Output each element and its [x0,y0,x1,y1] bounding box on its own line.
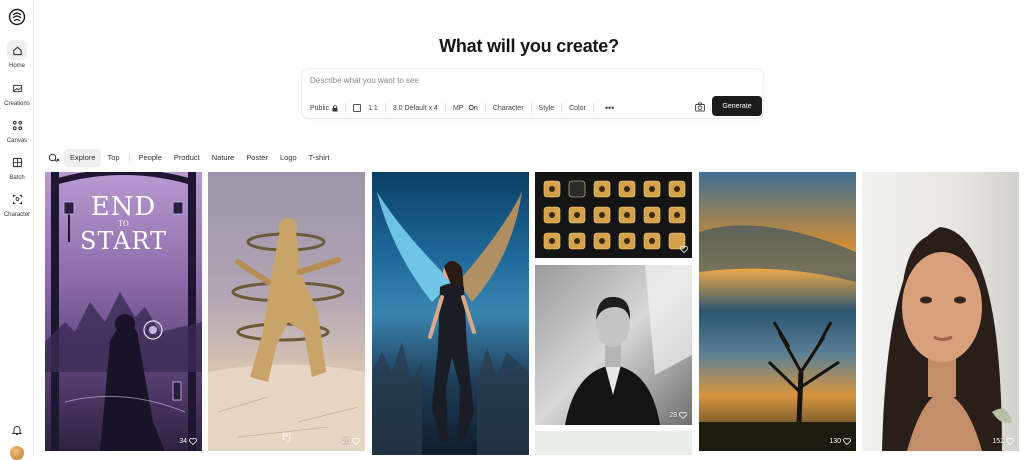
like-count: 152 [992,438,1004,445]
like-count: 34 [179,438,187,445]
prompt-box: Public 1:1 3.0 Default x 4 MP On Charact… [301,68,764,119]
tab-top[interactable]: Top [101,149,125,167]
like-count: 130 [829,438,841,445]
mp-toggle[interactable]: MP On [453,105,478,112]
angel-artwork [372,192,529,455]
sidebar-item-character[interactable]: Character [0,189,34,218]
visibility-label: Public [310,104,330,112]
signature-mark: PJ [282,433,292,443]
style-label: Style [538,104,555,112]
divider [128,153,130,163]
sidebar-item-label: Character [3,212,31,218]
gallery-card-statue[interactable]: PJ 26 [208,172,365,451]
gallery-card-partial[interactable] [535,431,692,455]
sidebar-item-label: Creations [4,101,30,107]
sidebar-item-canvas[interactable]: Canvas [0,115,34,144]
icons-artwork [543,180,686,250]
sidebar-item-label: Home [8,63,25,69]
page-title: What will you create? [439,36,619,56]
sidebar-item-batch[interactable]: Batch [0,152,34,181]
poster-title: END TO START [45,194,202,253]
category-tabs: Explore Top People Product Nature Poster… [46,149,335,167]
like-counter[interactable]: 26 [342,438,360,445]
color-label: Color [569,104,586,112]
divider [592,103,594,113]
tab-logo[interactable]: Logo [274,149,303,167]
character-icon [7,189,27,209]
model-selector[interactable]: 3.0 Default x 4 [393,105,438,112]
sidebar-item-label: Canvas [6,138,28,144]
divider [530,103,532,113]
mp-label: MP [452,104,464,112]
gallery-card-portrait-woman[interactable]: 152 [862,172,1019,451]
like-counter[interactable]: 152 [992,438,1014,445]
generate-button[interactable]: Generate [712,96,762,116]
statue-artwork [208,218,365,451]
character-selector[interactable]: Character [493,105,524,112]
divider [345,103,347,113]
canvas-icon [7,115,27,135]
images-icon [7,78,27,98]
character-label: Character [492,104,524,112]
image-upload-icon[interactable] [694,101,706,113]
style-selector[interactable]: Style [539,105,555,112]
like-count: 26 [342,438,350,445]
tab-product[interactable]: Product [168,149,206,167]
like-counter[interactable]: 34 [179,438,197,445]
tab-nature[interactable]: Nature [206,149,241,167]
aspect-square-icon [353,104,362,112]
avatar[interactable] [10,446,24,460]
heart-icon [679,412,687,419]
divider [484,103,486,113]
gallery-card-portrait-man[interactable]: 28 [535,265,692,425]
visibility-toggle[interactable]: Public [310,105,338,112]
tab-poster[interactable]: Poster [240,149,274,167]
divider [444,103,446,113]
mp-value: On [468,104,478,112]
more-options-button[interactable]: ••• [605,103,614,113]
poster-title-top: END [90,192,157,222]
heart-icon [680,246,688,253]
gallery-card-landscape[interactable]: 130 [699,172,856,451]
like-counter[interactable] [678,246,688,253]
tab-tshirt[interactable]: T-shirt [303,149,336,167]
portrait-woman-artwork [882,227,1012,451]
heart-icon [352,438,360,445]
sidebar: Home Creations Canvas Batch Character [0,0,34,460]
heart-icon [1006,438,1014,445]
bell-icon[interactable] [11,424,23,436]
sidebar-item-creations[interactable]: Creations [0,78,34,107]
gallery-card-angel[interactable] [372,172,529,455]
gallery-card-icons[interactable] [535,172,692,258]
poster-title-bottom: START [79,227,168,255]
sidebar-item-label: Batch [9,175,25,181]
like-counter[interactable]: 130 [829,438,851,445]
aspect-ratio-selector[interactable]: 1:1 [353,104,378,112]
search-icon[interactable] [46,149,62,167]
heart-icon [189,438,197,445]
lock-icon [332,104,338,111]
prompt-input[interactable] [310,76,750,85]
batch-icon [7,152,27,172]
like-count: 28 [669,412,677,419]
portrait-man-artwork [565,265,692,425]
model-label: 3.0 Default x 4 [392,104,438,112]
prompt-options: Public 1:1 3.0 Default x 4 MP On Charact… [310,102,614,114]
heart-icon [843,438,851,445]
tab-explore[interactable]: Explore [64,149,102,167]
aspect-label: 1:1 [368,104,378,112]
tab-people[interactable]: People [133,149,168,167]
app-logo-icon[interactable] [8,8,26,26]
like-counter[interactable]: 28 [669,412,687,419]
landscape-artwork [699,225,856,451]
divider [384,103,386,113]
color-selector[interactable]: Color [569,105,586,112]
divider [561,103,563,113]
gallery-card-poster[interactable]: END TO START 34 [45,172,202,451]
